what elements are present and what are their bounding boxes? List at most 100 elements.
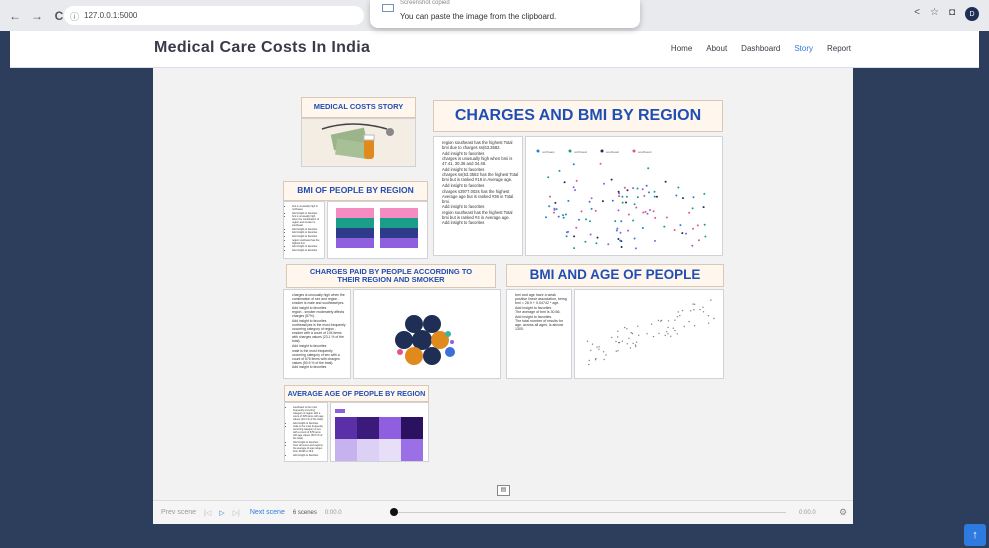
insight-favorite-link[interactable]: Add insight to favorites	[292, 235, 321, 238]
first-scene-icon[interactable]: |◁	[204, 509, 211, 517]
nav-home[interactable]: Home	[671, 44, 692, 53]
scatter-point	[562, 216, 565, 219]
toast-top-text: Screenshot copied	[400, 0, 450, 6]
scatter-point	[595, 242, 598, 245]
scatter-point	[692, 303, 694, 305]
scroll-top-button[interactable]: ↑	[964, 524, 986, 546]
insight-favorite-link[interactable]: Add insight to favorites	[515, 306, 568, 310]
scatter-point	[664, 180, 667, 183]
scatter-point	[573, 235, 576, 238]
insight-item: charges ss(63.3582 has the highest Total…	[442, 172, 519, 182]
scatter-point	[632, 342, 634, 345]
scatter-point	[615, 229, 618, 232]
bmi-region-stacked-chart[interactable]	[327, 201, 428, 259]
address-text: 127.0.0.1:5000	[84, 11, 138, 20]
insight-favorite-link[interactable]: Add insight to favorites	[292, 365, 347, 369]
scatter-point	[603, 358, 605, 361]
scatter-point	[688, 320, 690, 323]
insight-favorite-link[interactable]: Add insight to favorites	[292, 319, 347, 323]
scatter-point	[645, 184, 648, 187]
scatter-point	[667, 320, 670, 322]
charges-bmi-insights: region southeast has the highest Total b…	[433, 136, 523, 256]
scatter-point	[573, 247, 576, 250]
time-end: 0:00.0	[799, 509, 816, 516]
last-scene-icon[interactable]: ▷|	[233, 509, 240, 517]
play-icon[interactable]: ▷	[219, 509, 224, 517]
scatter-point	[643, 194, 646, 197]
nav-about[interactable]: About	[706, 44, 727, 53]
insight-favorite-link[interactable]: Add insight to favorites	[292, 212, 321, 215]
charges-paid-title: CHARGES PAID BY PEOPLE ACCORDING TO THEI…	[286, 264, 496, 288]
insight-favorite-link[interactable]: Add insight to favorites	[442, 151, 519, 156]
settings-icon[interactable]: ⚙	[839, 507, 847, 518]
forward-icon[interactable]: →	[30, 9, 44, 23]
insight-favorite-link[interactable]: Add insight to favorites	[442, 167, 519, 172]
avg-age-heatmap[interactable]	[330, 402, 429, 462]
charges-paid-bubble-chart[interactable]	[353, 289, 501, 379]
insight-favorite-link[interactable]: Add insight to favorites	[292, 306, 347, 310]
scatter-point	[674, 319, 676, 321]
scatter-point	[703, 192, 706, 195]
insight-favorite-link[interactable]: Add insight to favorites	[292, 249, 321, 252]
site-info-icon[interactable]: ⓘ	[70, 10, 79, 23]
scatter-point	[642, 211, 645, 214]
scatter-point	[644, 210, 647, 213]
scatter-point	[596, 236, 599, 239]
insight-item: The average of bmi is 30.66.	[515, 310, 568, 314]
nav-story[interactable]: Story	[794, 44, 813, 53]
avg-age-heatmap-cells	[335, 409, 423, 461]
bookmark-star-icon[interactable]: ☆	[930, 7, 939, 21]
insight-favorite-link[interactable]: Add insight to favorites	[292, 228, 321, 231]
scatter-point	[707, 315, 710, 317]
scatter-point	[619, 239, 622, 242]
address-bar[interactable]: ⓘ 127.0.0.1:5000	[64, 6, 364, 25]
scatter-point	[679, 224, 682, 227]
bmi-age-scatter-chart[interactable]	[574, 289, 724, 379]
scatter-point	[655, 195, 658, 198]
tab-icon[interactable]: ◘	[949, 7, 955, 21]
scatter-point	[619, 231, 622, 234]
scatter-point	[667, 333, 669, 335]
scatter-point	[574, 189, 577, 192]
scatter-point	[685, 232, 687, 235]
next-scene-button[interactable]: Next scene	[250, 509, 285, 516]
insight-favorite-link[interactable]: Add insight to favorites	[293, 454, 324, 457]
insight-item: bmi is unusually high when the combinati…	[292, 215, 321, 227]
nav-report[interactable]: Report	[827, 44, 851, 53]
profile-avatar[interactable]: D	[965, 7, 979, 21]
scatter-point	[666, 331, 668, 333]
insight-item: region - smoker moderately affects charg…	[292, 310, 347, 318]
scatter-point	[615, 340, 617, 343]
insight-favorite-link[interactable]: Add insight to favorites	[442, 204, 519, 209]
scene-thumbnail-icon[interactable]: ▤	[497, 485, 510, 496]
insight-favorite-link[interactable]: Add insight to favorites	[292, 344, 347, 348]
insight-favorite-link[interactable]: Add insight to favorites	[442, 183, 519, 188]
insight-favorite-link[interactable]: Add insight to favorites	[293, 441, 324, 444]
scatter-point	[567, 230, 570, 233]
insight-favorite-link[interactable]: Add insight to favorites	[293, 422, 324, 425]
charges-bmi-scatter-chart[interactable]: northeast northwest southeast southwest	[525, 136, 723, 256]
insight-item: male is the most frequently occurring ca…	[293, 425, 324, 440]
scatter-point	[658, 332, 660, 334]
back-icon[interactable]: ←	[8, 9, 22, 23]
legend-southeast: southeast	[606, 150, 619, 154]
insight-favorite-link[interactable]: Add insight to favorites	[442, 220, 519, 225]
insight-favorite-link[interactable]: Add insight to favorites	[292, 231, 321, 234]
scatter-point	[696, 224, 699, 227]
insight-favorite-link[interactable]: Add insight to favorites	[292, 245, 321, 248]
scatter-point	[611, 336, 613, 339]
nav-dashboard[interactable]: Dashboard	[741, 44, 780, 53]
scatter-point	[677, 311, 679, 313]
timeline-track[interactable]	[391, 512, 786, 513]
timeline-knob[interactable]	[390, 508, 398, 516]
scatter-point	[679, 315, 681, 317]
scatter-point	[628, 337, 630, 340]
insight-item: region southeast has the highest Total b…	[442, 140, 519, 150]
charges-paid-insights: charges is unusually high when the combi…	[283, 289, 351, 379]
scatter-point	[580, 210, 583, 213]
insight-favorite-link[interactable]: Add insight to favorites	[515, 315, 568, 319]
share-icon[interactable]: <	[914, 7, 920, 21]
scatter-point	[621, 195, 624, 198]
prev-scene-button[interactable]: Prev scene	[161, 509, 196, 516]
scatter-point	[707, 322, 710, 324]
